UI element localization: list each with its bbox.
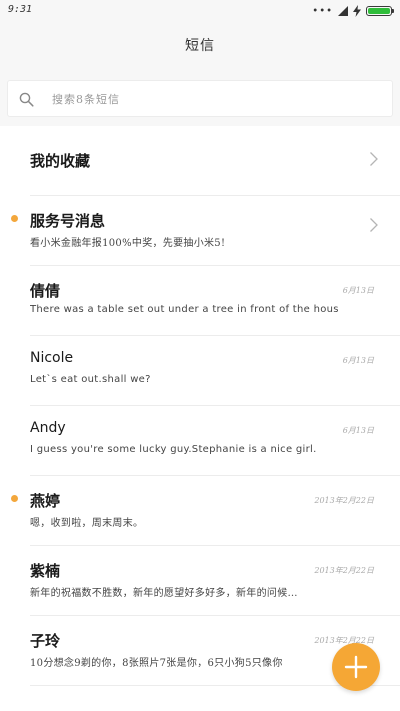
plus-icon [344,655,368,679]
conversation-date: 2013年2月22日 [314,496,374,505]
conversation-date: 6月13日 [342,286,374,295]
signal-dots-icon: ••• [312,5,333,17]
conversation-name: 紫楠 [30,562,61,580]
search-placeholder: 搜索8条短信 [52,93,120,106]
unread-dot [11,215,18,222]
charging-icon [353,5,361,17]
search-icon [19,92,34,107]
conversation-list: 我的收藏服务号消息看小米金融年报100%中奖，先要抽小米5! 倩倩 There wa… [0,126,400,686]
conversation-date: 6月13日 [342,356,374,365]
search-area: 搜索8条短信 [0,70,400,126]
conversation-date: 2013年2月22日 [314,566,374,575]
status-time: 9:31 [8,4,33,15]
conversation-name: Nicole [30,350,74,366]
conversation-item[interactable]: 倩倩 There was a table set out under a tree… [0,266,400,336]
conversation-date: 6月13日 [342,426,374,435]
conversation-preview: I guess you're some lucky guy.Stephanie … [30,444,317,455]
conversation-preview: 10分想念9剃的你，8张照片7张是你，6只小狗5只像你 [30,658,283,669]
conversation-item[interactable]: 服务号消息看小米金融年报100%中奖，先要抽小米5! [0,196,400,266]
chevron-right-icon [370,218,378,232]
status-bar: 9:31 ••• [0,0,400,22]
conversation-item[interactable]: Nicole Let`s eat out.shall we? 6月13日 [0,336,400,406]
conversation-item[interactable]: 燕婷嗯，收到啦，周末周末。 2013年2月22日 [0,476,400,546]
conversation-name: Andy [30,420,66,436]
chevron-right-icon [370,152,378,166]
conversation-name: 我的收藏 [30,152,91,170]
battery-level [368,8,390,14]
battery-icon [366,6,394,16]
search-input[interactable]: 搜索8条短信 [7,80,393,117]
conversation-name: 倩倩 [30,282,61,300]
conversation-preview: 新年的祝福数不胜数，新年的愿望好多好多，新年的问候… [30,588,298,599]
conversation-preview: There was a table set out under a tree i… [30,304,339,315]
conversation-name: 服务号消息 [30,212,106,230]
conversation-preview: Let`s eat out.shall we? [30,374,151,385]
signal-icon [338,6,348,16]
conversation-item[interactable]: Andy I guess you're some lucky guy.Stepha… [0,406,400,476]
new-message-button[interactable] [332,643,380,691]
conversation-name: 子玲 [30,632,61,650]
conversation-preview: 看小米金融年报100%中奖，先要抽小米5! [30,238,226,249]
conversation-preview: 嗯，收到啦，周末周末。 [30,518,144,529]
conversation-item[interactable]: 我的收藏 [0,126,400,196]
unread-dot [11,495,18,502]
conversation-item[interactable]: 紫楠新年的祝福数不胜数，新年的愿望好多好多，新年的问候… 2013年2月22日 [0,546,400,616]
conversation-name: 燕婷 [30,492,61,510]
status-icons: ••• [312,4,394,18]
